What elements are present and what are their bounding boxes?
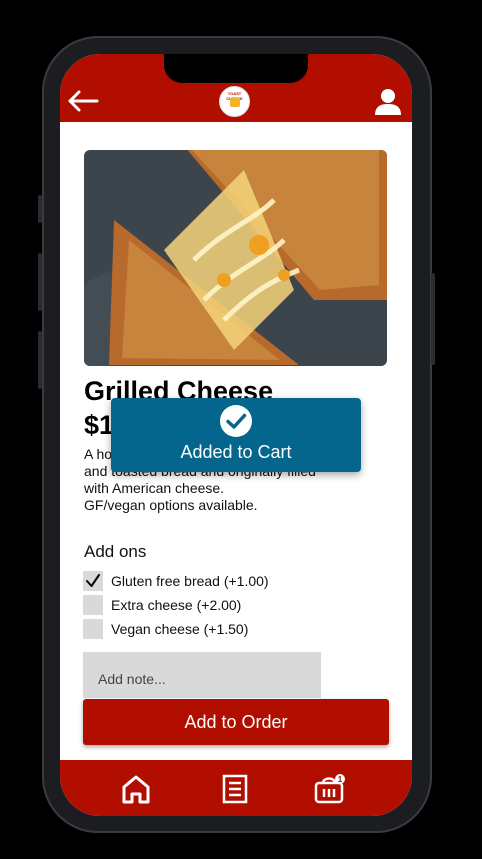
app-screen: TOAST CHEESE Grilled Cheese $1: [60, 54, 412, 816]
profile-button[interactable]: [373, 87, 403, 117]
user-icon: [375, 89, 401, 115]
checkbox-checked[interactable]: [83, 571, 103, 591]
product-image: [84, 150, 387, 366]
addon-vegan-cheese[interactable]: Vegan cheese (+1.50): [83, 619, 248, 639]
addon-label: Vegan cheese (+1.50): [111, 621, 249, 637]
bottom-nav: 1: [60, 760, 412, 816]
note-input[interactable]: [83, 652, 321, 698]
list-icon: [222, 774, 248, 804]
description-line: GF/vegan options available.: [84, 497, 258, 513]
nav-cart-button[interactable]: 1: [312, 772, 346, 806]
addon-label: Gluten free bread (+1.00): [111, 573, 269, 589]
toast-icon: [230, 98, 240, 107]
product-price: $1: [84, 410, 115, 440]
phone-volume-up-button: [38, 253, 42, 311]
home-icon: [122, 775, 150, 804]
phone-volume-down-button: [38, 331, 42, 389]
checkbox-unchecked[interactable]: [83, 619, 103, 639]
added-to-cart-toast: Added to Cart: [111, 398, 361, 472]
addon-gluten-free[interactable]: Gluten free bread (+1.00): [83, 571, 269, 591]
nav-menu-button[interactable]: [218, 772, 252, 806]
arrow-left-icon: [68, 90, 99, 112]
cart-badge-count: 1: [338, 775, 343, 784]
basket-icon: 1: [314, 774, 345, 804]
camera-notch: [164, 54, 308, 83]
addons-heading: Add ons: [84, 542, 147, 561]
brand-logo: TOAST CHEESE: [219, 86, 250, 117]
phone-power-button: [431, 273, 435, 365]
phone-side-button: [38, 195, 42, 223]
description-line: with American cheese.: [84, 480, 225, 496]
check-circle-icon: [220, 405, 252, 437]
addon-label: Extra cheese (+2.00): [111, 597, 242, 613]
back-button[interactable]: [66, 88, 100, 114]
check-icon: [86, 574, 100, 587]
checkbox-unchecked[interactable]: [83, 595, 103, 615]
toast-text: Added to Cart: [180, 442, 292, 462]
add-to-order-button[interactable]: Add to Order: [83, 699, 389, 745]
nav-home-button[interactable]: [119, 772, 153, 806]
addon-extra-cheese[interactable]: Extra cheese (+2.00): [83, 595, 241, 615]
